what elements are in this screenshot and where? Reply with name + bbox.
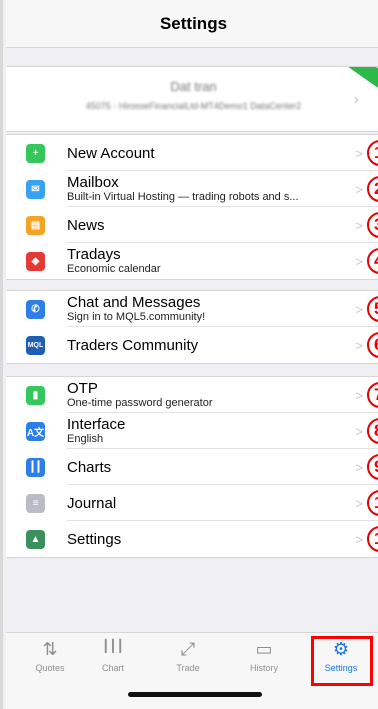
settings-item-text: Charts <box>67 459 341 476</box>
tab-quotes[interactable]: ⇅ Quotes <box>20 639 80 673</box>
settings-item-subtitle: English <box>67 433 104 445</box>
settings-item-label: Settings <box>67 530 122 548</box>
chevron-right-icon: > <box>355 182 363 197</box>
quotes-icon: ⇅ <box>42 639 58 659</box>
account-name: Dat tran <box>170 79 217 94</box>
settings-item-traders-community[interactable]: MQL Traders Community >6 <box>6 327 378 363</box>
annotation-number: 2 <box>367 176 378 202</box>
history-icon: ▭ <box>255 639 273 659</box>
annotation-number: 4 <box>367 248 378 274</box>
home-indicator <box>128 692 262 697</box>
settings-item-new-account[interactable]: + New Account >1 <box>6 135 378 171</box>
chevron-right-icon: > <box>355 254 363 269</box>
settings-item-text: Traders Community <box>67 337 341 354</box>
tab-history[interactable]: ▭ History <box>234 639 294 673</box>
settings-tab-highlight <box>311 636 373 686</box>
settings-item-label: Mailbox <box>67 174 119 191</box>
mql5-icon: MQL <box>26 336 45 355</box>
mt-settings-icon: ▲ <box>26 530 45 549</box>
tab-label: Quotes <box>35 663 65 673</box>
translate-icon: A文 <box>26 422 45 441</box>
settings-item-label: Chat and Messages <box>67 294 201 311</box>
annotation-number: 5 <box>367 296 378 322</box>
settings-item-label: Traders Community <box>67 336 199 354</box>
settings-item-label: News <box>67 216 105 234</box>
settings-item-text: News <box>67 217 341 234</box>
account-card[interactable]: Dat tran 45075 - HirosseFinancialLtd-MT4… <box>6 66 378 132</box>
chevron-right-icon: > <box>355 146 363 161</box>
settings-item-label: Tradays <box>67 246 121 263</box>
settings-item-label: OTP <box>67 380 98 397</box>
trade-icon: ⤢ <box>180 639 196 659</box>
settings-item-news[interactable]: ▤ News >3 <box>6 207 378 243</box>
account-server: 45075 - HirosseFinancialLtd-MT4Demo1 Dat… <box>85 101 302 111</box>
settings-item-text: Interface English <box>67 416 341 446</box>
tab-label: Chart <box>101 663 124 673</box>
page-title: Settings <box>159 13 228 33</box>
settings-item-chat-and-messages[interactable]: ✆ Chat and Messages Sign in to MQL5.commun… <box>6 291 378 327</box>
tab-chart[interactable]: ┃┃┃ Chart <box>83 639 143 673</box>
settings-item-text: Journal <box>67 495 341 512</box>
candlestick-icon: ┃┃ <box>26 458 45 477</box>
settings-item-subtitle: One-time password generator <box>67 397 213 409</box>
journal-icon: ≡ <box>26 494 45 513</box>
tab-label: History <box>249 663 278 673</box>
chevron-right-icon: > <box>355 302 363 317</box>
settings-item-label: New Account <box>67 144 155 162</box>
annotation-number: 7 <box>367 382 378 408</box>
annotation-number: 10 <box>367 490 378 516</box>
annotation-number: 11 <box>367 526 378 552</box>
mail-icon: ✉ <box>26 180 45 199</box>
annotation-number: 8 <box>367 418 378 444</box>
settings-item-text: Chat and Messages Sign in to MQL5.communi… <box>67 294 341 324</box>
navigation-bar: Settings <box>6 0 378 48</box>
chevron-right-icon: > <box>355 532 363 547</box>
settings-item-text: Settings <box>67 531 341 548</box>
news-icon: ▤ <box>26 216 45 235</box>
chevron-right-icon: > <box>355 496 363 511</box>
settings-screen: Settings Dat tran 45075 - HirosseFinanci… <box>0 0 378 709</box>
settings-item-mailbox[interactable]: ✉ Mailbox Built-in Virtual Hosting — tradi… <box>6 171 378 207</box>
settings-group-app: ▮ OTPOne-time password generator >7 A文 Inter… <box>6 376 378 558</box>
chart-icon: ┃┃┃ <box>102 639 124 653</box>
settings-item-tradays[interactable]: ◈ TradaysEconomic calendar >4 <box>6 243 378 279</box>
annotation-number: 1 <box>367 140 378 166</box>
otp-icon: ▮ <box>26 386 45 405</box>
settings-item-text: Tradays Economic calendar <box>67 246 341 276</box>
settings-item-text: New Account <box>67 145 341 162</box>
chevron-right-icon: › <box>353 91 359 108</box>
chevron-right-icon: > <box>355 338 363 353</box>
settings-item-subtitle: Built-in Virtual Hosting — trading robot… <box>67 191 299 203</box>
settings-item-otp[interactable]: ▮ OTPOne-time password generator >7 <box>6 377 378 413</box>
annotation-number: 6 <box>367 332 378 358</box>
tradays-icon: ◈ <box>26 252 45 271</box>
add-user-icon: + <box>26 144 45 163</box>
settings-item-text: Mailbox Built-in Virtual Hosting — tradin… <box>67 174 341 204</box>
settings-item-label: Journal <box>67 494 117 512</box>
settings-item-text: OTP One-time password generator <box>67 380 341 410</box>
chevron-right-icon: > <box>355 218 363 233</box>
settings-item-label: Charts <box>67 458 112 476</box>
tab-label: Trade <box>176 663 200 673</box>
settings-group-community: ✆ Chat and Messages Sign in to MQL5.commun… <box>6 290 378 364</box>
chevron-right-icon: > <box>355 424 363 439</box>
settings-group-accounts: + New Account >1 ✉ MailboxBuilt-in Virtual H… <box>6 134 378 280</box>
tab-trade[interactable]: ⤢ Trade <box>158 639 218 673</box>
settings-item-journal[interactable]: ≡ Journal >10 <box>6 485 378 521</box>
chevron-right-icon: > <box>355 460 363 475</box>
chevron-right-icon: > <box>355 388 363 403</box>
settings-item-subtitle: Economic calendar <box>67 263 161 275</box>
settings-item-subtitle: Sign in to MQL5.community! <box>67 311 206 323</box>
settings-item-interface[interactable]: A文 InterfaceEnglish >8 <box>6 413 378 449</box>
settings-item-charts[interactable]: ┃┃ Charts >9 <box>6 449 378 485</box>
settings-item-settings[interactable]: ▲ Settings >11 <box>6 521 378 557</box>
chat-icon: ✆ <box>26 300 45 319</box>
annotation-number: 3 <box>367 212 378 238</box>
settings-item-label: Interface <box>67 416 126 433</box>
annotation-number: 9 <box>367 454 378 480</box>
